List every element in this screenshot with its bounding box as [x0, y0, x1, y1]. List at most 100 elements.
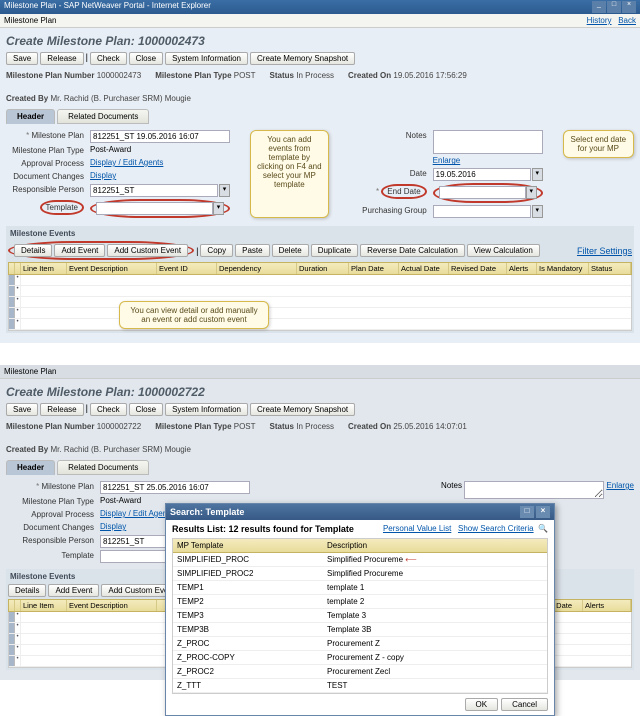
sysinfo-button[interactable]: System Information	[165, 52, 248, 65]
sysinfo-button[interactable]: System Information	[165, 403, 248, 416]
portal-breadcrumb: Milestone Plan History Back	[0, 14, 640, 28]
result-description: Procurement Z	[323, 637, 547, 650]
enddate-picker-icon[interactable]: ▾	[526, 186, 537, 199]
table-row[interactable]: •	[9, 297, 631, 308]
form-area: Milestone Plan Milestone Plan Type Post-…	[6, 130, 634, 218]
responsible-f4-icon[interactable]: ▾	[219, 184, 230, 197]
approval-link[interactable]: Display / Edit Agents	[100, 509, 173, 518]
details-button[interactable]: Details	[8, 584, 46, 597]
show-search-criteria-link[interactable]: Show Search Criteria	[458, 524, 534, 533]
result-description: Simplified Procureme ⟵	[323, 553, 547, 566]
dialog-result-row[interactable]: Z_TTTTEST	[173, 679, 547, 693]
tab-header[interactable]: Header	[6, 109, 55, 124]
page-title-2: Create Milestone Plan: 1000002722	[6, 385, 634, 399]
details-button[interactable]: Details	[14, 244, 52, 257]
dialog-close-icon[interactable]: ×	[536, 506, 550, 518]
close-button[interactable]: Close	[129, 52, 163, 65]
history-link[interactable]: History	[587, 16, 612, 25]
dialog-result-row[interactable]: TEMP3BTemplate 3B	[173, 623, 547, 637]
table-row[interactable]: •	[9, 308, 631, 319]
search-icon[interactable]: 🔍	[538, 524, 548, 533]
col-event-desc: Event Description	[67, 600, 157, 611]
approval-link[interactable]: Display / Edit Agents	[90, 158, 163, 167]
tab-header[interactable]: Header	[6, 460, 55, 475]
dialog-result-row[interactable]: Z_PROC2Procurement Zecl	[173, 665, 547, 679]
date-input[interactable]	[433, 168, 531, 181]
created-on-label: Created On	[348, 71, 391, 80]
milestone-events-panel: Milestone Events Details Add Event Add C…	[6, 226, 634, 333]
cancel-button[interactable]: Cancel	[501, 698, 548, 711]
mp-field-input[interactable]	[100, 481, 250, 494]
dialog-result-row[interactable]: Z_PROCProcurement Z	[173, 637, 547, 651]
ok-button[interactable]: OK	[465, 698, 499, 711]
enlarge-link[interactable]: Enlarge	[433, 156, 461, 165]
created-by-label: Created By	[6, 445, 48, 454]
col-description[interactable]: Description	[323, 539, 547, 552]
dialog-maximize-icon[interactable]: □	[520, 506, 534, 518]
add-custom-event-button[interactable]: Add Custom Event	[107, 244, 188, 257]
dialog-result-row[interactable]: Z_PROC-COPYProcurement Z - copy	[173, 651, 547, 665]
template-f4-icon[interactable]: ▾	[213, 202, 224, 215]
duplicate-button[interactable]: Duplicate	[311, 244, 358, 257]
status-value: In Process	[296, 422, 334, 431]
paste-button[interactable]: Paste	[235, 244, 269, 257]
table-row[interactable]: •	[9, 319, 631, 330]
save-button[interactable]: Save	[6, 52, 38, 65]
filter-settings-link[interactable]: Filter Settings	[577, 246, 632, 256]
action-toolbar-2: Save Release | Check Close System Inform…	[6, 403, 634, 416]
release-button[interactable]: Release	[40, 403, 83, 416]
table-row[interactable]: •	[9, 286, 631, 297]
mp-type-value: POST	[234, 71, 256, 80]
save-button[interactable]: Save	[6, 403, 38, 416]
col-mp-template[interactable]: MP Template	[173, 539, 323, 552]
dialog-result-row[interactable]: TEMP3Template 3	[173, 609, 547, 623]
minimize-icon[interactable]: _	[592, 1, 606, 13]
template-input[interactable]	[96, 202, 213, 215]
result-description: Procurement Zecl	[323, 665, 547, 678]
memory-snapshot-button[interactable]: Create Memory Snapshot	[250, 52, 355, 65]
tab-related-documents[interactable]: Related Documents	[57, 109, 149, 124]
table-row[interactable]: •	[9, 275, 631, 286]
date-picker-icon[interactable]: ▾	[532, 168, 543, 181]
date-label: Date	[357, 168, 429, 181]
enlarge-link-2[interactable]: Enlarge	[606, 481, 634, 490]
dialog-result-row[interactable]: TEMP2template 2	[173, 595, 547, 609]
docchanges-link[interactable]: Display	[90, 171, 116, 180]
tab-related-documents[interactable]: Related Documents	[57, 460, 149, 475]
form-right: Notes Enlarge Date ▾ End Date ▾ Pur	[357, 130, 543, 218]
check-button[interactable]: Check	[90, 52, 127, 65]
pgrp-f4-icon[interactable]: ▾	[532, 205, 543, 218]
close-icon[interactable]: ×	[622, 1, 636, 13]
col-mandatory: Is Mandatory	[537, 263, 589, 274]
created-on-label: Created On	[348, 422, 391, 431]
pgrp-input[interactable]	[433, 205, 531, 218]
enddate-input[interactable]	[439, 186, 526, 199]
memory-snapshot-button[interactable]: Create Memory Snapshot	[250, 403, 355, 416]
type-field-label: Milestone Plan Type	[6, 496, 96, 507]
add-event-button[interactable]: Add Event	[48, 584, 99, 597]
close-button[interactable]: Close	[129, 403, 163, 416]
window-controls: _ □ ×	[592, 1, 636, 13]
maximize-icon[interactable]: □	[607, 1, 621, 13]
mp-field-input[interactable]	[90, 130, 230, 143]
dialog-result-row[interactable]: SIMPLIFIED_PROCSimplified Procureme ⟵	[173, 553, 547, 567]
status-label: Status	[270, 71, 294, 80]
dialog-result-row[interactable]: SIMPLIFIED_PROC2Simplified Procureme	[173, 567, 547, 581]
responsible-input[interactable]	[90, 184, 218, 197]
dialog-titlebar[interactable]: Search: Template □ ×	[166, 504, 554, 520]
mp-number-label: Milestone Plan Number	[6, 71, 94, 80]
reverse-date-calc-button[interactable]: Reverse Date Calculation	[360, 244, 465, 257]
created-by-label: Created By	[6, 94, 48, 103]
personal-value-list-link[interactable]: Personal Value List	[383, 524, 451, 533]
docchanges-link[interactable]: Display	[100, 522, 126, 531]
result-template-name: Z_PROC-COPY	[173, 651, 323, 664]
notes-textarea[interactable]	[433, 130, 543, 154]
back-link[interactable]: Back	[618, 16, 636, 25]
release-button[interactable]: Release	[40, 52, 83, 65]
check-button[interactable]: Check	[90, 403, 127, 416]
notes-textarea-2[interactable]	[464, 481, 604, 499]
delete-button[interactable]: Delete	[272, 244, 309, 257]
add-event-button[interactable]: Add Event	[54, 244, 105, 257]
copy-button[interactable]: Copy	[200, 244, 233, 257]
view-calc-button[interactable]: View Calculation	[467, 244, 540, 257]
